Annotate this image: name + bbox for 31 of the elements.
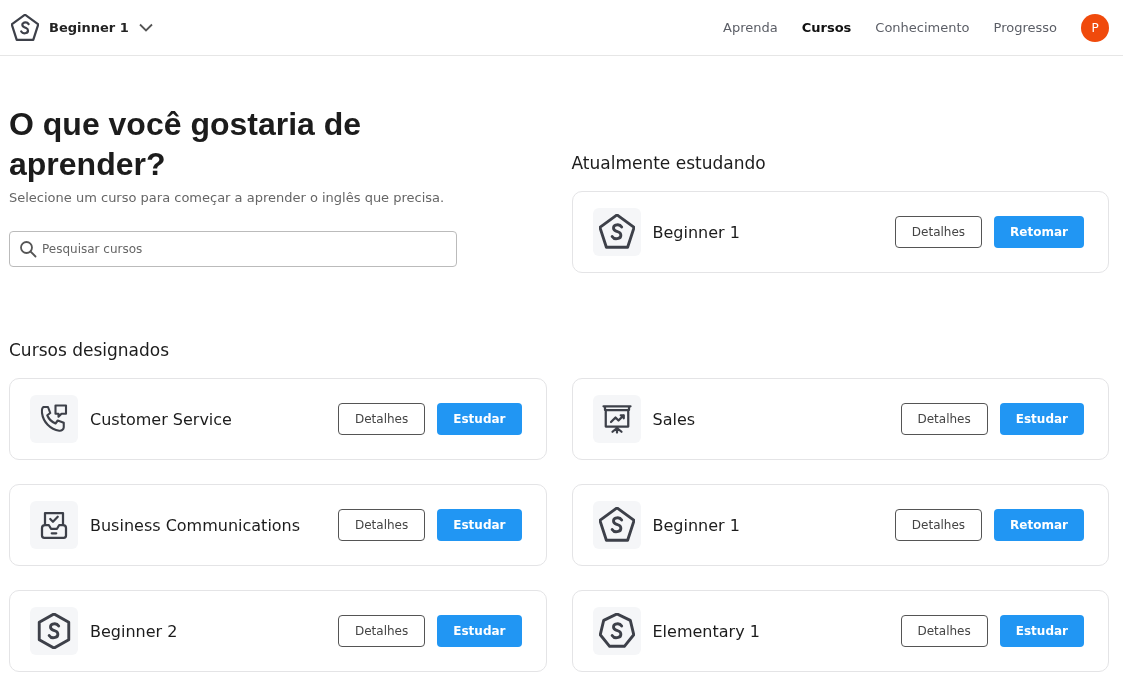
details-button[interactable]: Detalhes — [894, 509, 983, 541]
course-name: Beginner 1 — [652, 515, 741, 535]
details-button[interactable]: Detalhes — [338, 615, 426, 647]
chevron-down-icon — [138, 23, 153, 32]
s-badge-icon — [11, 13, 39, 42]
section-heading: Atualmente estudando — [571, 153, 767, 173]
s-badge-icon — [36, 613, 72, 649]
course-name: Beginner 1 — [652, 222, 741, 242]
course-name: Elementary 1 — [652, 621, 761, 641]
course-name: Customer Service — [90, 409, 233, 429]
section-heading: Cursos designados — [9, 340, 170, 360]
course-name: Sales — [652, 409, 697, 429]
avatar[interactable]: P — [1081, 13, 1109, 42]
course-selector[interactable]: Beginner 1 — [11, 13, 153, 42]
s-badge-icon — [598, 214, 635, 250]
details-button[interactable]: Detalhes — [900, 403, 988, 435]
nav-link[interactable]: Aprenda — [723, 20, 778, 35]
search-field[interactable]: Pesquisar cursos — [9, 231, 457, 267]
page-subtitle: Selecione um curso para começar a aprender o inglês que precisa. — [9, 190, 446, 205]
details-button[interactable]: Detalhes — [338, 509, 426, 541]
course-name: Beginner 2 — [90, 621, 179, 641]
s-badge-icon — [598, 507, 635, 543]
details-button[interactable]: Detalhes — [338, 403, 426, 435]
s-badge-icon — [598, 613, 635, 649]
course-name: Business Communications — [90, 515, 302, 535]
nav-link[interactable]: Progresso — [993, 20, 1057, 35]
details-button[interactable]: Detalhes — [894, 216, 983, 248]
page-title: O que você gostaria de aprender? — [9, 105, 363, 184]
nav-link[interactable]: Cursos — [801, 20, 852, 35]
details-button[interactable]: Detalhes — [900, 615, 988, 647]
nav-link[interactable]: Conhecimento — [875, 20, 970, 35]
